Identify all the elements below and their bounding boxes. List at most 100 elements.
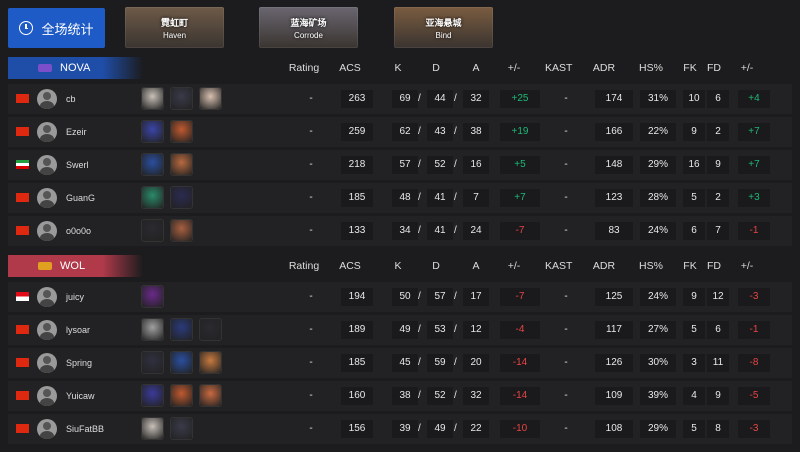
slash-separator-da: / [454,93,457,104]
stat-fd: 12 [707,288,729,306]
player-row[interactable]: Swerl -218 57 52 16 +5-148 29% 16 9 +7// [8,150,792,180]
column-header-fpm[interactable]: +/- [735,57,759,79]
player-row[interactable]: cb - 263 69 44 32 +25 - 174 31% 10 6 +4 / / [8,84,792,114]
column-header-fpm[interactable]: +/- [735,255,759,277]
player-name[interactable]: GuanG [66,183,95,213]
map-name-en: Haven [162,30,187,40]
column-header-hs[interactable]: HS% [639,255,663,277]
stat-fd: 6 [707,90,729,108]
player-row[interactable]: juicy - 194 50 57 17 -7 - 125 24% 9 12 -3 / / [8,282,792,312]
player-name[interactable]: juicy [66,282,84,312]
stat-fk: 3 [683,354,705,372]
stat-a: 38 [463,123,489,141]
stat-k: 45 [392,354,418,372]
column-header-a[interactable]: A [464,57,488,79]
slash-separator-da: / [454,126,457,137]
player-name[interactable]: lysoar [66,315,90,345]
player-avatar[interactable] [37,221,57,241]
player-avatar[interactable] [37,320,57,340]
player-name[interactable]: SiuFatBB [66,414,104,444]
stat-a: 17 [463,288,489,306]
player-row[interactable]: lysoar - 189 49 53 12 -4 - 117 27% 5 6 -1 / / [8,315,792,345]
player-name[interactable]: cb [66,84,76,114]
all-stats-button[interactable]: 全场统计 [8,8,105,48]
stat-kast: - [564,225,568,236]
stat-acs: 189 [341,321,373,339]
player-row[interactable]: o0o0o - 133 34 41 24 -7 - 83 24% 6 7 -1 / / [8,216,792,246]
player-avatar[interactable] [37,188,57,208]
player-name[interactable]: Swerl [66,150,89,180]
stat-fk: 10 [683,90,705,108]
column-header-fd[interactable]: FD [702,57,726,79]
stat-d: 49 [427,420,453,438]
agent-icon [141,318,164,341]
column-header-pm[interactable]: +/- [502,57,526,79]
slash-separator-da: / [454,291,457,302]
stat-rating: - [309,423,313,434]
player-name[interactable]: o0o0o [66,216,91,246]
stat-fk: 4 [683,387,705,405]
player-row[interactable]: GuanG - 185 48 41 7 +7 - 123 28% 5 2 +3 / / [8,183,792,213]
column-header-acs[interactable]: ACS [338,57,362,79]
stat-adr: 123 [595,189,633,207]
player-avatar[interactable] [37,89,57,109]
column-header-rating[interactable]: Rating [286,255,322,277]
column-header-kast[interactable]: KAST [545,255,572,277]
column-header-adr[interactable]: ADR [592,255,616,277]
column-header-fd[interactable]: FD [702,255,726,277]
stat-acs: 194 [341,288,373,306]
map-tab-corrode[interactable]: 蓝海矿场 Corrode [259,7,358,48]
player-avatar[interactable] [37,122,57,142]
player-avatar[interactable] [37,287,57,307]
stat-k: 69 [392,90,418,108]
agents-list [141,219,193,242]
agents-list [141,186,193,209]
agent-icon [170,186,193,209]
agent-icon [141,351,164,374]
stat-fd: 9 [707,387,729,405]
column-header-pm[interactable]: +/- [502,255,526,277]
column-header-a[interactable]: A [464,255,488,277]
column-header-k[interactable]: K [386,255,410,277]
player-avatar[interactable] [37,353,57,373]
column-header-hs[interactable]: HS% [639,57,663,79]
stat-rating: - [309,225,313,236]
column-header-d[interactable]: D [424,57,448,79]
player-row[interactable]: Spring - 185 45 59 20 -14 - 126 30% 3 11 -8 / / [8,348,792,378]
column-header-rating[interactable]: Rating [286,57,322,79]
player-avatar[interactable] [37,419,57,439]
column-header-acs[interactable]: ACS [338,255,362,277]
stat-d: 44 [427,90,453,108]
column-header-d[interactable]: D [424,255,448,277]
agent-icon [141,285,164,308]
stat-fpm: -5 [738,387,770,405]
column-header-fk[interactable]: FK [678,255,702,277]
column-header-adr[interactable]: ADR [592,57,616,79]
stat-pm: -4 [500,321,540,339]
player-avatar[interactable] [37,386,57,406]
stat-fk: 5 [683,321,705,339]
stat-pm: -14 [500,354,540,372]
agent-icon [170,351,193,374]
agents-list [141,318,222,341]
column-header-k[interactable]: K [386,57,410,79]
column-header-kast[interactable]: KAST [545,57,572,79]
player-name[interactable]: Yuicaw [66,381,95,411]
stat-a: 32 [463,387,489,405]
map-tab-haven[interactable]: 霓虹町 Haven [125,7,224,48]
column-header-fk[interactable]: FK [678,57,702,79]
player-avatar[interactable] [37,155,57,175]
player-row[interactable]: SiuFatBB - 156 39 49 22 -10 - 108 29% 5 8 -3 / / [8,414,792,444]
player-name[interactable]: Spring [66,348,92,378]
stat-kast: - [564,93,568,104]
map-name-en: Corrode [294,30,323,40]
stat-a: 32 [463,90,489,108]
player-row[interactable]: Ezeir - 259 62 43 38 +19 - 166 22% 9 2 +7 / / [8,117,792,147]
stat-hs: 31% [640,90,676,108]
stat-pm: +5 [500,156,540,174]
stat-fk: 5 [683,420,705,438]
player-name[interactable]: Ezeir [66,117,87,147]
player-row[interactable]: Yuicaw - 160 38 52 32 -14 - 109 39% 4 9 -5 / / [8,381,792,411]
stat-fk: 6 [683,222,705,240]
map-tab-bind[interactable]: 亚海悬城 Bind [394,7,493,48]
